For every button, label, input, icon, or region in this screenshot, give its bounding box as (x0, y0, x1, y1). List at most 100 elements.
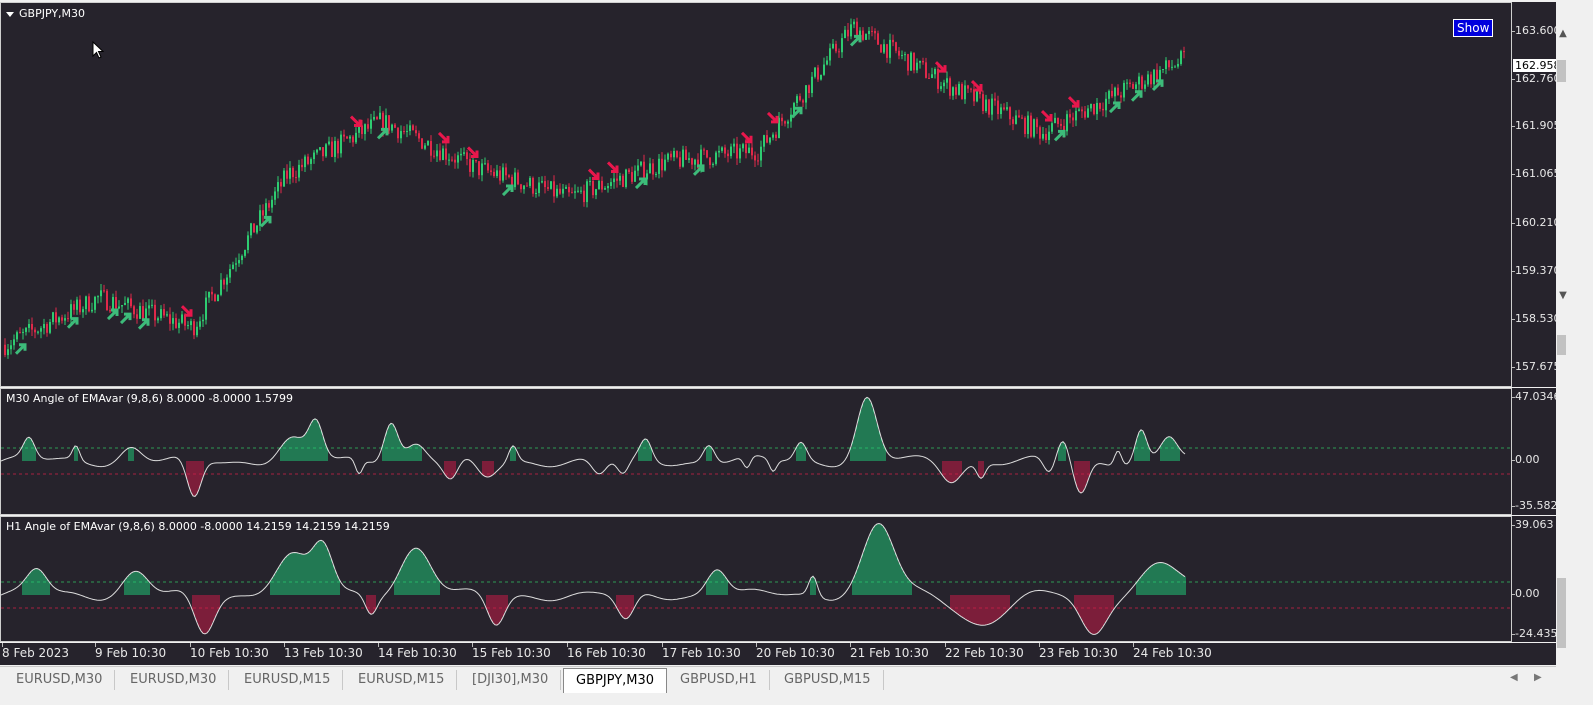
chart-tab[interactable]: EURUSD,M15 (346, 670, 458, 690)
candle-body (109, 310, 111, 312)
candle-body (121, 305, 123, 307)
vertical-scrollbar[interactable]: ▲ ▼ (1556, 0, 1593, 705)
candle-body (925, 62, 927, 78)
candle-body (733, 143, 735, 147)
candlestick-chart[interactable] (1, 3, 1511, 386)
price-chart-panel[interactable]: GBPJPY,M30 Show (0, 2, 1512, 387)
candle-body (97, 296, 99, 298)
candle-body (709, 157, 711, 165)
candle-body (313, 152, 315, 160)
candle-body (955, 87, 957, 95)
candle-body (946, 78, 948, 83)
candle-body (310, 159, 312, 164)
candle-body (664, 159, 666, 171)
candle-body (376, 116, 378, 120)
m30-indicator-label: M30 Angle of EMAvar (9,8,6) 8.0000 -8.00… (6, 392, 293, 405)
angle-line (1, 522, 1186, 635)
candle-body (283, 170, 285, 187)
candle-body (58, 317, 60, 323)
candle-body (904, 54, 906, 56)
candle-body (1174, 66, 1176, 68)
candle-body (40, 328, 42, 332)
show-button[interactable]: Show (1453, 19, 1494, 37)
candle-body (682, 149, 684, 167)
indicator-tick-label: 0.00 (1512, 453, 1540, 466)
candle-body (910, 52, 912, 71)
h1-indicator-label: H1 Angle of EMAvar (9,8,6) 8.0000 -8.000… (6, 520, 390, 533)
candle-body (676, 150, 678, 158)
candle-body (103, 290, 105, 292)
candle-body (142, 306, 144, 320)
time-axis[interactable]: 8 Feb 2023 9 Feb 10:30 10 Feb 10:30 13 Feb … (0, 643, 1556, 665)
candle-body (1141, 76, 1143, 89)
candle-body (895, 42, 897, 51)
candle-body (478, 161, 480, 176)
candle-body (247, 235, 249, 251)
candle-body (31, 323, 33, 330)
candle-body (79, 299, 81, 313)
candle-body (796, 96, 798, 104)
collapse-triangle-icon[interactable] (6, 12, 14, 17)
candle-body (988, 99, 990, 115)
chart-tab[interactable]: GBPUSD,H1 (668, 670, 770, 690)
candle-body (67, 318, 69, 320)
candle-body (826, 60, 828, 65)
candle-body (37, 331, 39, 333)
h1-indicator-axis: 39.063 0.00 -24.4356 (1512, 516, 1556, 642)
candle-body (256, 225, 258, 233)
chart-tab[interactable]: GBPJPY,M30 (563, 668, 668, 693)
candle-body (616, 178, 618, 181)
candle-body (13, 339, 15, 346)
candle-body (940, 86, 942, 89)
candle-body (337, 140, 339, 154)
candle-body (835, 43, 837, 52)
candle-body (307, 156, 309, 164)
indicator-panel-m30[interactable]: M30 Angle of EMAvar (9,8,6) 8.0000 -8.00… (0, 388, 1512, 515)
scroll-thumb-2[interactable] (1557, 335, 1566, 355)
candle-body (550, 181, 552, 189)
candle-body (502, 167, 504, 181)
candle-body (367, 124, 369, 129)
candle-body (490, 170, 492, 172)
buy-arrow-icon (1053, 129, 1066, 142)
candle-body (643, 161, 645, 180)
candle-body (403, 131, 405, 133)
candle-body (151, 304, 153, 306)
sell-arrow-icon (1040, 109, 1053, 122)
candle-body (1099, 102, 1101, 109)
scroll-thumb[interactable] (1557, 60, 1566, 82)
scroll-thumb-3[interactable] (1557, 578, 1566, 648)
candle-body (985, 99, 987, 112)
chart-tab[interactable]: EURUSD,M30 (118, 670, 230, 690)
candle-body (1129, 82, 1131, 84)
candle-body (1039, 127, 1041, 139)
indicator-panel-h1[interactable]: H1 Angle of EMAvar (9,8,6) 8.0000 -8.000… (0, 516, 1512, 642)
candle-body (205, 297, 207, 320)
candle-body (649, 163, 651, 174)
chart-tab[interactable]: GBPUSD,M15 (772, 670, 884, 690)
chart-tab[interactable]: [DJI30],M30 (460, 670, 562, 690)
status-strip (0, 694, 1593, 705)
scroll-up-icon[interactable]: ▲ (1557, 28, 1569, 40)
sell-arrow-icon (180, 305, 193, 317)
candle-body (244, 250, 246, 256)
candle-body (1165, 60, 1167, 70)
price-axis[interactable]: 163.600 162.760 161.905 161.065 160.210 159.3… (1512, 2, 1556, 387)
candle-body (547, 187, 549, 189)
candle-body (661, 158, 663, 171)
buy-arrow-icon (14, 343, 27, 355)
indicator-tick-label: 39.063 (1512, 518, 1554, 531)
candle-body (409, 125, 411, 132)
chart-tab[interactable]: EURUSD,M30 (4, 670, 116, 690)
sell-arrow-icon (766, 111, 779, 124)
candle-body (223, 279, 225, 285)
scroll-down-icon[interactable]: ▼ (1557, 290, 1569, 302)
candle-body (1075, 110, 1077, 121)
tab-scroll-left-icon[interactable]: ◀ (1510, 672, 1518, 683)
candle-body (463, 152, 465, 154)
chart-tab[interactable]: EURUSD,M15 (232, 670, 344, 690)
tab-scroll-right-icon[interactable]: ▶ (1534, 672, 1542, 683)
candle-body (1000, 107, 1002, 115)
candle-body (562, 188, 564, 194)
candle-body (634, 170, 636, 182)
